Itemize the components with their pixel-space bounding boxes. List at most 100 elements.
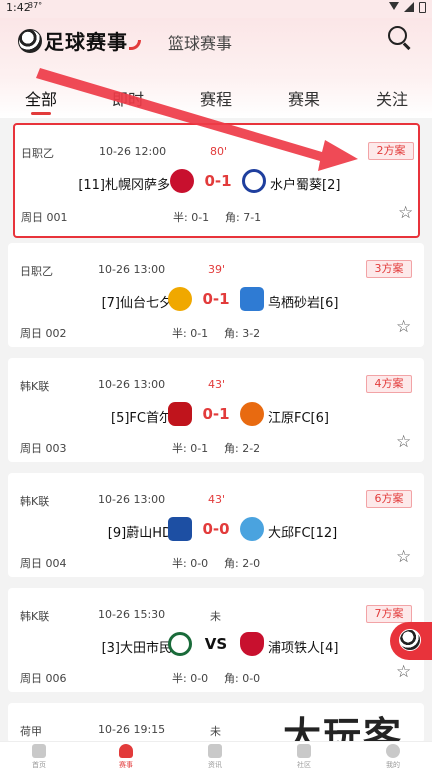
follow-star-icon[interactable]: ☆: [396, 319, 411, 336]
match-league: 韩K联: [20, 610, 50, 623]
away-team-logo-icon: [240, 287, 264, 311]
match-card[interactable]: 日职乙 10-26 12:00 80' 2方案 [11]札幌冈萨多 0-1 水户…: [13, 123, 420, 238]
home-team: [11]札幌冈萨多: [78, 178, 170, 193]
match-score: 0-1: [204, 172, 232, 190]
match-time: 10-26 12:00: [99, 145, 167, 158]
home-team-logo-icon: [170, 169, 194, 193]
match-round: 周日 001: [21, 211, 68, 224]
nav-profile[interactable]: 我的: [373, 744, 413, 770]
away-team-logo-icon: [240, 632, 264, 656]
home-team: [3]大田市民: [101, 641, 172, 656]
subtab-live[interactable]: 即时: [98, 86, 158, 110]
floating-football-button[interactable]: [390, 622, 432, 660]
match-league: 韩K联: [20, 380, 50, 393]
match-score: VS: [204, 635, 228, 653]
plans-badge[interactable]: 3方案: [366, 260, 412, 278]
status-time: 1:42: [6, 1, 31, 14]
plans-badge[interactable]: 7方案: [366, 605, 412, 623]
match-time: 10-26 13:00: [98, 263, 166, 276]
nav-news[interactable]: 资讯: [195, 744, 235, 770]
match-card[interactable]: 韩K联 10-26 15:30 未 7方案 [3]大田市民 VS 浦项铁人[4]…: [8, 588, 424, 692]
tab-football-label: 足球赛事: [44, 30, 128, 54]
follow-star-icon[interactable]: ☆: [396, 434, 411, 451]
half-score: 半: 0-1: [173, 211, 210, 224]
away-team: 鸟栖砂岩[6]: [268, 296, 339, 311]
plans-badge[interactable]: 4方案: [366, 375, 412, 393]
corner-score: 角: 3-2: [224, 327, 261, 340]
home-team-logo-icon: [168, 287, 192, 311]
home-team: [7]仙台七夕: [101, 296, 172, 311]
corner-score: 角: 0-0: [224, 672, 261, 685]
nav-matches[interactable]: 赛事: [106, 744, 146, 770]
match-score: 0-1: [202, 290, 230, 308]
signal-icon: [404, 2, 414, 12]
home-team: [9]蔚山HD: [107, 526, 172, 541]
match-round: 周日 002: [20, 327, 67, 340]
match-card[interactable]: 韩K联 10-26 13:00 43' 4方案 [5]FC首尔 0-1 江原FC…: [8, 358, 424, 462]
community-icon: [297, 744, 311, 758]
active-indicator-icon: [129, 39, 141, 50]
subtab-all[interactable]: 全部: [11, 86, 71, 110]
search-button[interactable]: [386, 24, 412, 50]
match-card[interactable]: 韩K联 10-26 13:00 43' 6方案 [9]蔚山HD 0-0 大邱FC…: [8, 473, 424, 577]
bottom-nav: 首页 赛事 资讯 社区 我的: [0, 741, 432, 771]
status-bar: 1:42 37°: [0, 0, 432, 18]
match-minute: 未: [210, 725, 221, 738]
away-team-logo-icon: [240, 402, 264, 426]
corner-score: 角: 2-2: [224, 442, 261, 455]
battery-icon: [419, 2, 426, 13]
half-score: 半: 0-0: [172, 672, 209, 685]
home-icon: [32, 744, 46, 758]
match-minute: 80': [210, 145, 228, 158]
match-league: 韩K联: [20, 495, 50, 508]
match-time: 10-26 13:00: [98, 378, 166, 391]
match-minute: 未: [210, 610, 221, 623]
football-icon: [399, 629, 421, 651]
profile-icon: [386, 744, 400, 758]
corner-score: 角: 2-0: [224, 557, 261, 570]
away-team: 浦项铁人[4]: [268, 641, 339, 656]
half-score: 半: 0-1: [172, 327, 209, 340]
match-league: 荷甲: [20, 725, 42, 738]
away-team: 水户蜀葵[2]: [270, 178, 341, 193]
match-score: 0-0: [202, 520, 230, 538]
corner-score: 角: 7-1: [225, 211, 262, 224]
match-league: 日职乙: [21, 147, 54, 160]
match-round: 周日 006: [20, 672, 67, 685]
match-card[interactable]: 日职乙 10-26 13:00 39' 3方案 [7]仙台七夕 0-1 鸟栖砂岩…: [8, 243, 424, 347]
trophy-icon: [119, 744, 133, 758]
away-team-logo-icon: [240, 517, 264, 541]
home-team-logo-icon: [168, 402, 192, 426]
plans-badge[interactable]: 6方案: [366, 490, 412, 508]
subtab-following[interactable]: 关注: [362, 86, 422, 110]
subtab-results[interactable]: 赛果: [274, 86, 334, 110]
follow-star-icon[interactable]: ☆: [396, 549, 411, 566]
wifi-icon: [389, 2, 399, 10]
follow-star-icon[interactable]: ☆: [396, 664, 411, 681]
match-time: 10-26 15:30: [98, 608, 166, 621]
match-minute: 43': [208, 493, 226, 506]
news-icon: [208, 744, 222, 758]
match-time: 10-26 13:00: [98, 493, 166, 506]
follow-star-icon[interactable]: ☆: [398, 205, 413, 222]
football-icon: [18, 28, 42, 53]
away-team-logo-icon: [242, 169, 266, 193]
home-team: [5]FC首尔: [111, 411, 172, 426]
plans-badge[interactable]: 2方案: [368, 142, 414, 160]
nav-community[interactable]: 社区: [284, 744, 324, 770]
match-minute: 39': [208, 263, 226, 276]
match-round: 周日 003: [20, 442, 67, 455]
match-minute: 43': [208, 378, 226, 391]
home-team-logo-icon: [168, 632, 192, 656]
half-score: 半: 0-0: [172, 557, 209, 570]
status-icons: [389, 2, 426, 13]
nav-home[interactable]: 首页: [19, 744, 59, 770]
subtabs: 全部 即时 赛程 赛果 关注: [0, 76, 432, 116]
match-time: 10-26 19:15: [98, 723, 166, 736]
tab-football[interactable]: 足球赛事: [18, 26, 141, 55]
home-team-logo-icon: [168, 517, 192, 541]
away-team: 江原FC[6]: [268, 411, 329, 426]
subtab-schedule[interactable]: 赛程: [186, 86, 246, 110]
status-temperature: 37°: [28, 1, 43, 10]
tab-basketball[interactable]: 篮球赛事: [168, 30, 232, 54]
